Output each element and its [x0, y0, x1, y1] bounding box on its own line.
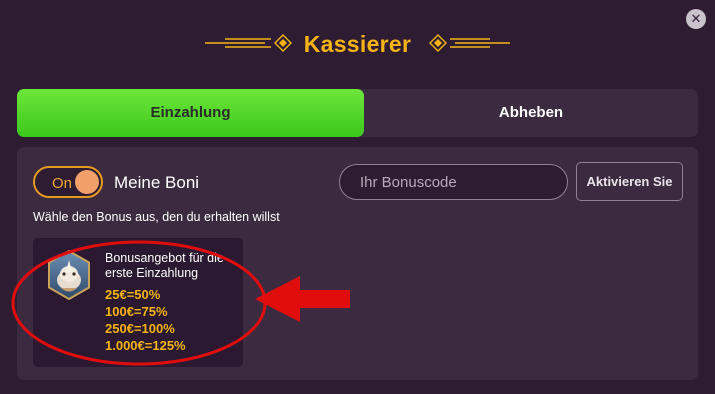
page-title: Kassierer	[303, 31, 412, 57]
close-icon: ✕	[690, 11, 702, 26]
close-button[interactable]: ✕	[686, 9, 706, 29]
bonus-offer-title: Bonusangebot für die erste Einzahlung	[105, 251, 224, 280]
bonus-tier: 250€=100%	[105, 321, 175, 336]
bonus-tier: 1.000€=125%	[105, 338, 186, 353]
tab-bar: Einzahlung Abheben	[17, 89, 698, 137]
bonus-tier: 100€=75%	[105, 304, 168, 319]
toggle-label: On	[52, 175, 73, 192]
tab-einzahlung[interactable]: Einzahlung	[17, 89, 364, 137]
bonus-offer-card[interactable]: Bonusangebot für die erste Einzahlung 25…	[33, 238, 243, 367]
bonus-toggle[interactable]: On	[33, 166, 103, 198]
activate-button[interactable]: Aktivieren Sie	[576, 162, 683, 201]
title-header: Kassierer	[205, 26, 510, 62]
tab-abheben[interactable]: Abheben	[364, 89, 698, 137]
my-bonuses-label: Meine Boni	[114, 173, 200, 192]
bonus-tier: 25€=50%	[105, 287, 161, 302]
toggle-knob	[75, 170, 99, 194]
rhino-avatar-icon	[48, 250, 90, 300]
bonus-tier-list: 25€=50% 100€=75% 250€=100% 1.000€=125%	[105, 286, 186, 354]
bonus-code-input[interactable]	[339, 164, 568, 200]
bonus-hint: Wähle den Bonus aus, den du erhalten wil…	[33, 210, 280, 224]
